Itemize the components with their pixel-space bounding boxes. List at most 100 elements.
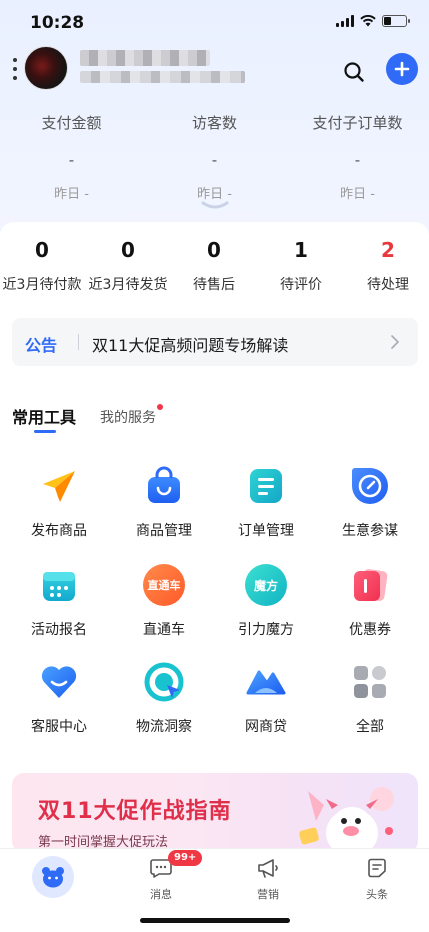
stat-value: -: [68, 151, 75, 169]
announcement-tag: 公告: [25, 336, 58, 355]
stat-label: 支付金额: [41, 114, 102, 132]
wifi-icon: [360, 15, 376, 27]
nav-label: 消息: [150, 888, 172, 901]
tool-label: 引力魔方: [238, 622, 294, 638]
coupon-icon: [349, 564, 391, 606]
icon-text: 魔方: [253, 578, 278, 593]
home-bear-icon: [42, 867, 64, 888]
divider: [78, 334, 79, 350]
shopping-bag-icon: [143, 465, 185, 507]
shop-info-redacted: [80, 71, 245, 83]
stat-visitors[interactable]: 访客数 - 昨日 -: [143, 112, 286, 202]
home-indicator: [140, 918, 290, 923]
tab-my-services[interactable]: 我的服务: [100, 407, 156, 427]
add-button[interactable]: [386, 53, 418, 85]
tool-label: 生意参谋: [342, 523, 398, 539]
stat-value: -: [354, 151, 361, 169]
order-pending-payment[interactable]: 0 近3月待付款: [2, 238, 82, 294]
stat-value: -: [211, 151, 218, 169]
nav-label: 头条: [366, 888, 388, 901]
order-count: 2: [381, 238, 395, 262]
tool-activity-signup[interactable]: 活动报名: [9, 564, 109, 639]
battery-icon: [382, 15, 410, 27]
search-button[interactable]: [342, 60, 366, 84]
news-icon: [368, 858, 386, 878]
through-train-icon: 直通车: [143, 564, 185, 606]
order-count: 1: [294, 238, 308, 262]
signal-icon: [336, 15, 354, 27]
tool-logistics-insight[interactable]: 物流洞察: [114, 661, 214, 736]
tool-product-management[interactable]: 商品管理: [114, 465, 214, 540]
shop-name-redacted: [80, 50, 210, 66]
gravity-cube-icon: 魔方: [245, 564, 287, 606]
tool-label: 全部: [356, 719, 384, 735]
chevron-right-icon: [391, 335, 399, 349]
order-count: 0: [207, 238, 221, 262]
tool-label: 订单管理: [238, 523, 294, 539]
nav-home[interactable]: [32, 856, 74, 898]
tool-label: 客服中心: [31, 719, 87, 735]
banner-title: 双11大促作战指南: [38, 799, 232, 824]
tool-label: 物流洞察: [136, 719, 192, 735]
order-pending-handle[interactable]: 2 待处理: [348, 238, 428, 294]
order-count: 0: [121, 238, 135, 262]
stat-yesterday: 昨日 -: [340, 187, 375, 202]
announcement-text: 双11大促高频问题专场解读: [92, 336, 289, 355]
tool-label: 商品管理: [136, 523, 192, 539]
mountain-loan-icon: [245, 661, 287, 703]
order-count: 0: [35, 238, 49, 262]
status-icons: [336, 15, 410, 27]
order-pending-shipment[interactable]: 0 近3月待发货: [88, 238, 168, 294]
tool-through-train[interactable]: 直通车 直通车: [114, 564, 214, 639]
stat-label: 支付子订单数: [312, 114, 403, 132]
heart-service-icon: [38, 661, 80, 703]
tool-all[interactable]: 全部: [320, 661, 420, 736]
message-badge: 99+: [168, 850, 203, 866]
order-label: 待售后: [193, 277, 235, 293]
paper-plane-icon: [38, 465, 80, 507]
logistics-icon: [143, 661, 185, 703]
tool-customer-service[interactable]: 客服中心: [9, 661, 109, 736]
tab-active-indicator: [34, 430, 56, 433]
grid-all-icon: [349, 661, 391, 703]
tool-label: 直通车: [143, 622, 185, 638]
order-list-icon: [245, 465, 287, 507]
tab-common-tools[interactable]: 常用工具: [12, 404, 76, 428]
compass-icon: [349, 465, 391, 507]
tool-publish-product[interactable]: 发布商品: [9, 465, 109, 540]
stat-sub-orders[interactable]: 支付子订单数 - 昨日 -: [286, 112, 429, 202]
tool-label: 活动报名: [31, 622, 87, 638]
order-label: 待评价: [280, 277, 322, 293]
expand-chevron-icon[interactable]: [200, 200, 230, 212]
tool-gravity-cube[interactable]: 魔方 引力魔方: [216, 564, 316, 639]
tool-coupon[interactable]: 优惠券: [320, 564, 420, 639]
nav-marketing[interactable]: 营销: [228, 858, 308, 902]
nav-headlines[interactable]: 头条: [337, 858, 417, 902]
status-bar: 10:28: [0, 0, 429, 46]
stat-yesterday: 昨日 -: [54, 187, 89, 202]
tool-label: 优惠券: [349, 622, 391, 638]
mascot-illustration-icon: [299, 787, 394, 853]
stat-label: 访客数: [191, 114, 237, 132]
status-time: 10:28: [30, 13, 85, 33]
plus-icon: [394, 61, 410, 77]
order-label: 近3月待付款: [2, 277, 82, 293]
order-label: 待处理: [367, 277, 409, 293]
order-after-sales[interactable]: 0 待售后: [174, 238, 254, 294]
calendar-icon: [38, 564, 80, 606]
order-pending-review[interactable]: 1 待评价: [261, 238, 341, 294]
order-label: 近3月待发货: [88, 277, 168, 293]
megaphone-icon: [258, 859, 278, 878]
tool-mybank-loan[interactable]: 网商贷: [216, 661, 316, 736]
tool-business-advisor[interactable]: 生意参谋: [320, 465, 420, 540]
more-menu-icon[interactable]: [12, 58, 18, 80]
tool-label: 网商贷: [245, 719, 287, 735]
search-icon: [344, 62, 364, 82]
notification-dot: [157, 404, 163, 410]
announcement-bar[interactable]: 公告 双11大促高频问题专场解读: [12, 318, 418, 366]
promo-banner[interactable]: 双11大促作战指南 第一时间掌握大促玩法: [12, 773, 418, 853]
stat-payment-amount[interactable]: 支付金额 - 昨日 -: [0, 112, 143, 202]
tool-order-management[interactable]: 订单管理: [216, 465, 316, 540]
tool-label: 发布商品: [31, 523, 87, 539]
avatar[interactable]: [24, 46, 68, 90]
